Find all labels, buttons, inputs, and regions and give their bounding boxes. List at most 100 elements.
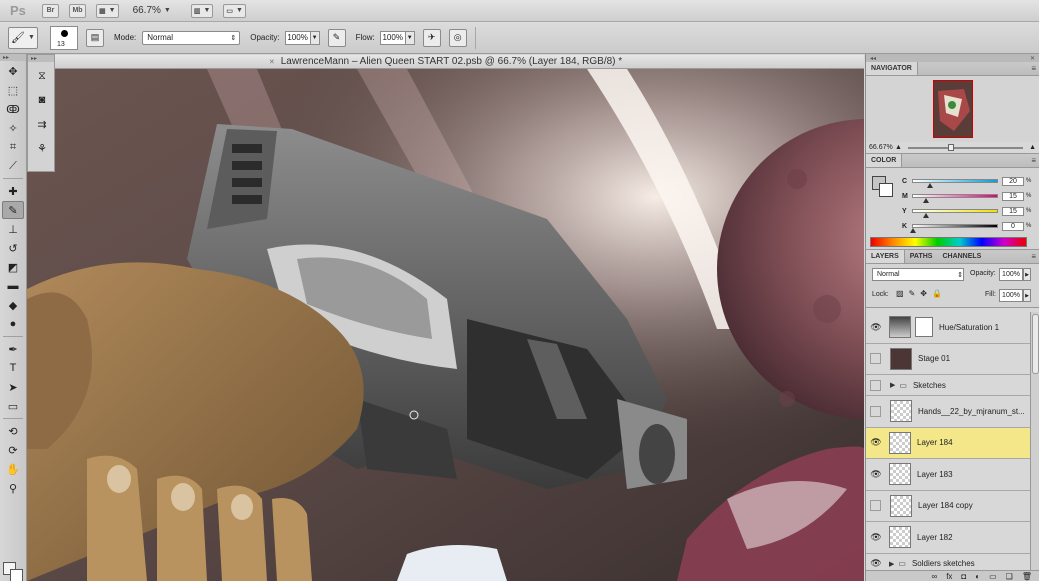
layer-row[interactable]: 👁 Layer 182 <box>866 522 1030 554</box>
arrange-documents-button[interactable]: ▥ ▼ <box>190 3 214 18</box>
pen-tool-icon[interactable]: ✒ <box>2 340 24 358</box>
tab-paths[interactable]: PATHS <box>905 250 938 263</box>
background-color-swatch[interactable] <box>10 569 23 581</box>
hand-tool-icon[interactable]: ✋ <box>2 460 24 478</box>
panel-menu-icon[interactable]: ≡ <box>1031 252 1036 261</box>
fx-icon[interactable]: fx <box>946 572 952 581</box>
layer-group-row[interactable]: ▶ ▭ Sketches <box>866 375 1030 396</box>
layer-name[interactable]: Sketches <box>913 381 946 390</box>
color-spectrum-bar[interactable] <box>870 237 1027 247</box>
opacity-dropdown[interactable]: ▼ <box>310 30 320 45</box>
brush-panel-toggle[interactable]: ▤ <box>86 28 104 47</box>
layer-row[interactable]: Stage 01 <box>866 343 1030 375</box>
navigator-zoom-value[interactable]: 66.67% <box>869 144 895 151</box>
layer-name[interactable]: Soldiers sketches <box>912 559 975 568</box>
view-extras-button[interactable]: ▦ ▼ <box>96 3 119 18</box>
3d-orbit-tool-icon[interactable]: ⟳ <box>2 441 24 459</box>
brush-preset-picker[interactable]: 13 <box>50 25 78 50</box>
zoom-tool-icon[interactable]: ⚲ <box>2 479 24 497</box>
lock-pixels-icon[interactable]: ✎ <box>909 289 916 298</box>
navigator-preview[interactable] <box>866 76 1039 142</box>
healing-brush-tool-icon[interactable]: ✚ <box>2 182 24 200</box>
tab-color[interactable]: COLOR <box>866 154 903 167</box>
marquee-tool-icon[interactable]: ⬚ <box>2 81 24 99</box>
folder-icon[interactable]: ▭ <box>989 572 997 581</box>
channel-slider[interactable] <box>910 224 998 233</box>
layer-opacity-input[interactable]: 100% <box>999 268 1023 281</box>
fill-input[interactable]: 100% <box>999 289 1023 302</box>
chevron-down-icon[interactable]: ▼ <box>164 7 171 14</box>
adjustment-icon[interactable]: ◐ <box>975 572 980 581</box>
zoom-level-select[interactable]: 66.7% <box>133 5 161 16</box>
bridge-button[interactable]: Br <box>42 3 59 18</box>
tab-navigator[interactable]: NAVIGATOR <box>866 62 918 75</box>
trash-icon[interactable]: 🗑 <box>1022 572 1032 581</box>
slider-knob[interactable] <box>922 213 929 218</box>
tab-layers[interactable]: LAYERS <box>866 250 905 263</box>
flow-input[interactable]: 100% <box>379 30 406 45</box>
type-tool-icon[interactable]: T <box>2 359 24 377</box>
blend-mode-select[interactable]: Normal ⇕ <box>872 268 964 281</box>
navigator-thumbnail[interactable] <box>932 80 973 138</box>
eye-icon[interactable]: 👁 <box>869 530 883 544</box>
eye-icon[interactable]: 👁 <box>869 467 883 481</box>
lock-all-icon[interactable]: 🔒 <box>932 289 942 298</box>
mode-select[interactable]: Normal ⇕ <box>142 30 241 45</box>
scrollbar-thumb[interactable] <box>1032 314 1039 374</box>
dodge-tool-icon[interactable]: ● <box>2 315 24 333</box>
lasso-tool-icon[interactable]: ↂ <box>2 100 24 118</box>
visibility-toggle[interactable] <box>870 379 881 391</box>
channel-slider[interactable] <box>912 194 998 203</box>
channel-value-input[interactable]: 15 <box>1002 206 1024 216</box>
gradient-tool-icon[interactable]: ▬ <box>2 277 24 295</box>
layer-name[interactable]: Layer 184 copy <box>918 501 973 510</box>
tool-preset-picker[interactable]: 🖌 ▼ <box>8 26 38 49</box>
eye-icon[interactable]: 👁 <box>869 557 883 571</box>
crop-tool-icon[interactable]: ⌗ <box>2 138 24 156</box>
artwork-canvas[interactable] <box>27 69 864 581</box>
move-tool-icon[interactable]: ✥ <box>2 62 24 80</box>
visibility-toggle[interactable] <box>870 405 881 417</box>
layer-row[interactable]: Layer 184 copy <box>866 490 1030 522</box>
pressure-size-button[interactable]: ◎ <box>448 28 467 47</box>
lock-transparency-icon[interactable]: ▨ <box>896 289 904 298</box>
panel-grip[interactable]: ▸▸ <box>28 55 54 62</box>
layer-mask-thumbnail[interactable] <box>915 317 933 338</box>
layer-name[interactable]: Layer 182 <box>917 533 953 542</box>
history-brush-tool-icon[interactable]: ↺ <box>2 239 24 257</box>
layer-opacity-dropdown[interactable]: ▶ <box>1023 268 1031 281</box>
layer-row[interactable]: 👁 Hue/Saturation 1 <box>866 312 1030 344</box>
layer-name[interactable]: Layer 184 <box>917 438 953 447</box>
background-color-swatch[interactable] <box>879 183 893 197</box>
layer-row[interactable]: Hands__22_by_mjranum_st... <box>866 396 1030 428</box>
expand-triangle-icon[interactable]: ▶ <box>889 560 894 568</box>
expand-triangle-icon[interactable]: ▶ <box>890 381 895 389</box>
slider-knob[interactable] <box>947 143 954 151</box>
mini-bridge-button[interactable]: Mb <box>69 3 86 18</box>
new-layer-icon[interactable]: ❏ <box>1006 572 1013 581</box>
blur-tool-icon[interactable]: ◆ <box>2 296 24 314</box>
eye-icon[interactable]: 👁 <box>869 320 883 334</box>
slider-knob[interactable] <box>922 198 929 203</box>
layer-group-row[interactable]: 👁 ▶ ▭ Soldiers sketches <box>866 553 1030 571</box>
mask-icon[interactable]: ◘ <box>961 572 966 581</box>
3d-rotate-tool-icon[interactable]: ⟲ <box>2 422 24 440</box>
path-selection-tool-icon[interactable]: ➤ <box>2 378 24 396</box>
eyedropper-tool-icon[interactable]: ⟋ <box>2 157 24 175</box>
shape-tool-icon[interactable]: ▭ <box>2 397 24 415</box>
screen-mode-button[interactable]: ▭ ▼ <box>223 3 246 18</box>
channel-slider[interactable] <box>912 209 998 218</box>
fill-dropdown[interactable]: ▶ <box>1023 289 1031 302</box>
layer-name[interactable]: Stage 01 <box>918 354 950 363</box>
channel-slider[interactable] <box>912 179 998 188</box>
clone-stamp-tool-icon[interactable]: ⊥ <box>2 220 24 238</box>
brush-presets-icon[interactable]: ◙ <box>31 90 53 110</box>
toolbox-grip[interactable]: ▸▸ <box>0 54 26 61</box>
close-icon[interactable]: ✕ <box>269 58 275 66</box>
lock-position-icon[interactable]: ✥ <box>920 289 927 298</box>
layer-name[interactable]: Hue/Saturation 1 <box>939 323 999 332</box>
layer-name[interactable]: Hands__22_by_mjranum_st... <box>918 407 1025 416</box>
tab-channels[interactable]: CHANNELS <box>937 250 986 263</box>
layer-row[interactable]: 👁 Layer 184 <box>866 427 1030 459</box>
clone-source-icon[interactable]: ⚘ <box>31 138 53 158</box>
